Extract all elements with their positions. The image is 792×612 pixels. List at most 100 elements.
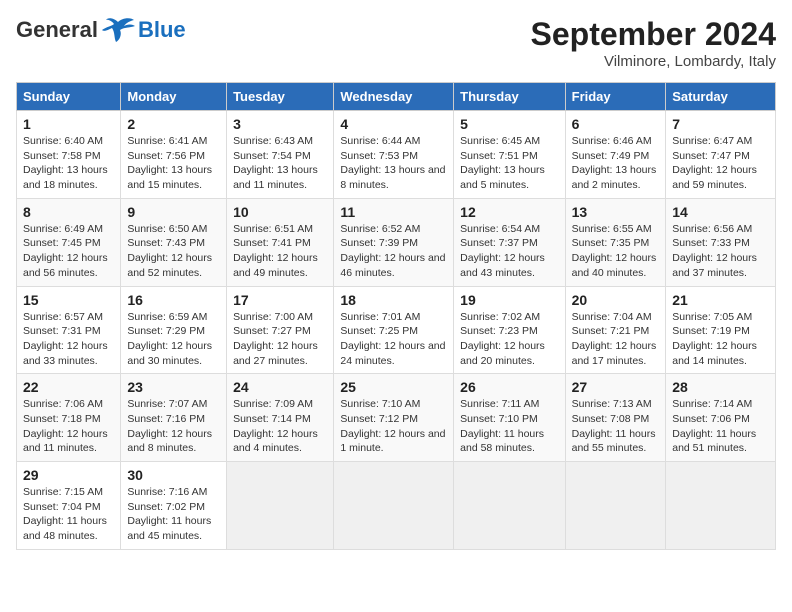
day-number: 9 <box>127 204 220 220</box>
table-row: 21 Sunrise: 7:05 AMSunset: 7:19 PMDaylig… <box>666 286 776 374</box>
header-thursday: Thursday <box>454 83 565 111</box>
day-info: Sunrise: 6:44 AMSunset: 7:53 PMDaylight:… <box>340 135 445 191</box>
day-info: Sunrise: 6:51 AMSunset: 7:41 PMDaylight:… <box>233 223 318 279</box>
day-number: 27 <box>572 379 660 395</box>
day-info: Sunrise: 7:15 AMSunset: 7:04 PMDaylight:… <box>23 486 107 542</box>
day-number: 15 <box>23 292 114 308</box>
day-info: Sunrise: 7:14 AMSunset: 7:06 PMDaylight:… <box>672 398 756 454</box>
day-number: 14 <box>672 204 769 220</box>
table-row: 20 Sunrise: 7:04 AMSunset: 7:21 PMDaylig… <box>565 286 666 374</box>
day-number: 29 <box>23 467 114 483</box>
title-area: September 2024 Vilminore, Lombardy, Ital… <box>531 16 776 70</box>
day-number: 11 <box>340 204 447 220</box>
table-row: 28 Sunrise: 7:14 AMSunset: 7:06 PMDaylig… <box>666 374 776 462</box>
table-row: 12 Sunrise: 6:54 AMSunset: 7:37 PMDaylig… <box>454 198 565 286</box>
calendar-row-week2: 8 Sunrise: 6:49 AMSunset: 7:45 PMDayligh… <box>17 198 776 286</box>
day-info: Sunrise: 6:45 AMSunset: 7:51 PMDaylight:… <box>460 135 545 191</box>
day-number: 7 <box>672 116 769 132</box>
day-number: 25 <box>340 379 447 395</box>
day-number: 30 <box>127 467 220 483</box>
day-number: 17 <box>233 292 327 308</box>
day-number: 4 <box>340 116 447 132</box>
table-row: 25 Sunrise: 7:10 AMSunset: 7:12 PMDaylig… <box>334 374 454 462</box>
day-info: Sunrise: 7:10 AMSunset: 7:12 PMDaylight:… <box>340 398 445 454</box>
day-number: 20 <box>572 292 660 308</box>
day-info: Sunrise: 7:02 AMSunset: 7:23 PMDaylight:… <box>460 311 545 367</box>
day-info: Sunrise: 6:56 AMSunset: 7:33 PMDaylight:… <box>672 223 757 279</box>
table-row <box>666 462 776 550</box>
table-row: 14 Sunrise: 6:56 AMSunset: 7:33 PMDaylig… <box>666 198 776 286</box>
day-number: 12 <box>460 204 558 220</box>
day-number: 13 <box>572 204 660 220</box>
table-row: 18 Sunrise: 7:01 AMSunset: 7:25 PMDaylig… <box>334 286 454 374</box>
logo-bird-icon <box>100 16 136 44</box>
day-info: Sunrise: 7:13 AMSunset: 7:08 PMDaylight:… <box>572 398 656 454</box>
day-number: 18 <box>340 292 447 308</box>
day-info: Sunrise: 7:11 AMSunset: 7:10 PMDaylight:… <box>460 398 544 454</box>
table-row: 9 Sunrise: 6:50 AMSunset: 7:43 PMDayligh… <box>121 198 227 286</box>
table-row: 15 Sunrise: 6:57 AMSunset: 7:31 PMDaylig… <box>17 286 121 374</box>
table-row: 5 Sunrise: 6:45 AMSunset: 7:51 PMDayligh… <box>454 111 565 199</box>
day-info: Sunrise: 6:59 AMSunset: 7:29 PMDaylight:… <box>127 311 212 367</box>
table-row: 7 Sunrise: 6:47 AMSunset: 7:47 PMDayligh… <box>666 111 776 199</box>
header-monday: Monday <box>121 83 227 111</box>
day-number: 23 <box>127 379 220 395</box>
day-number: 21 <box>672 292 769 308</box>
table-row: 24 Sunrise: 7:09 AMSunset: 7:14 PMDaylig… <box>227 374 334 462</box>
table-row: 30 Sunrise: 7:16 AMSunset: 7:02 PMDaylig… <box>121 462 227 550</box>
header-friday: Friday <box>565 83 666 111</box>
day-number: 26 <box>460 379 558 395</box>
day-info: Sunrise: 6:55 AMSunset: 7:35 PMDaylight:… <box>572 223 657 279</box>
calendar-row-week5: 29 Sunrise: 7:15 AMSunset: 7:04 PMDaylig… <box>17 462 776 550</box>
logo-text: General Blue <box>16 16 186 44</box>
calendar-subtitle: Vilminore, Lombardy, Italy <box>531 53 776 70</box>
day-number: 24 <box>233 379 327 395</box>
day-info: Sunrise: 6:50 AMSunset: 7:43 PMDaylight:… <box>127 223 212 279</box>
table-row: 2 Sunrise: 6:41 AMSunset: 7:56 PMDayligh… <box>121 111 227 199</box>
day-info: Sunrise: 6:54 AMSunset: 7:37 PMDaylight:… <box>460 223 545 279</box>
calendar-row-week1: 1 Sunrise: 6:40 AMSunset: 7:58 PMDayligh… <box>17 111 776 199</box>
day-info: Sunrise: 7:01 AMSunset: 7:25 PMDaylight:… <box>340 311 445 367</box>
calendar-row-week3: 15 Sunrise: 6:57 AMSunset: 7:31 PMDaylig… <box>17 286 776 374</box>
day-info: Sunrise: 7:16 AMSunset: 7:02 PMDaylight:… <box>127 486 211 542</box>
table-row: 11 Sunrise: 6:52 AMSunset: 7:39 PMDaylig… <box>334 198 454 286</box>
day-number: 16 <box>127 292 220 308</box>
table-row <box>334 462 454 550</box>
page-header: General Blue September 2024 Vilminore, L… <box>16 16 776 70</box>
day-info: Sunrise: 6:40 AMSunset: 7:58 PMDaylight:… <box>23 135 108 191</box>
day-number: 22 <box>23 379 114 395</box>
day-info: Sunrise: 7:06 AMSunset: 7:18 PMDaylight:… <box>23 398 108 454</box>
calendar-title: September 2024 <box>531 16 776 53</box>
day-info: Sunrise: 6:43 AMSunset: 7:54 PMDaylight:… <box>233 135 318 191</box>
header-tuesday: Tuesday <box>227 83 334 111</box>
day-info: Sunrise: 6:41 AMSunset: 7:56 PMDaylight:… <box>127 135 212 191</box>
day-number: 2 <box>127 116 220 132</box>
day-info: Sunrise: 6:49 AMSunset: 7:45 PMDaylight:… <box>23 223 108 279</box>
day-info: Sunrise: 6:47 AMSunset: 7:47 PMDaylight:… <box>672 135 757 191</box>
day-number: 6 <box>572 116 660 132</box>
logo-blue: Blue <box>138 17 186 43</box>
table-row: 1 Sunrise: 6:40 AMSunset: 7:58 PMDayligh… <box>17 111 121 199</box>
day-number: 1 <box>23 116 114 132</box>
day-info: Sunrise: 7:09 AMSunset: 7:14 PMDaylight:… <box>233 398 318 454</box>
table-row: 27 Sunrise: 7:13 AMSunset: 7:08 PMDaylig… <box>565 374 666 462</box>
calendar-row-week4: 22 Sunrise: 7:06 AMSunset: 7:18 PMDaylig… <box>17 374 776 462</box>
table-row: 13 Sunrise: 6:55 AMSunset: 7:35 PMDaylig… <box>565 198 666 286</box>
table-row: 10 Sunrise: 6:51 AMSunset: 7:41 PMDaylig… <box>227 198 334 286</box>
header-sunday: Sunday <box>17 83 121 111</box>
table-row: 22 Sunrise: 7:06 AMSunset: 7:18 PMDaylig… <box>17 374 121 462</box>
table-row: 4 Sunrise: 6:44 AMSunset: 7:53 PMDayligh… <box>334 111 454 199</box>
table-row: 17 Sunrise: 7:00 AMSunset: 7:27 PMDaylig… <box>227 286 334 374</box>
table-row: 3 Sunrise: 6:43 AMSunset: 7:54 PMDayligh… <box>227 111 334 199</box>
table-row: 8 Sunrise: 6:49 AMSunset: 7:45 PMDayligh… <box>17 198 121 286</box>
day-info: Sunrise: 7:05 AMSunset: 7:19 PMDaylight:… <box>672 311 757 367</box>
day-info: Sunrise: 7:04 AMSunset: 7:21 PMDaylight:… <box>572 311 657 367</box>
table-row: 16 Sunrise: 6:59 AMSunset: 7:29 PMDaylig… <box>121 286 227 374</box>
day-info: Sunrise: 6:46 AMSunset: 7:49 PMDaylight:… <box>572 135 657 191</box>
table-row <box>227 462 334 550</box>
calendar-header-row: Sunday Monday Tuesday Wednesday Thursday… <box>17 83 776 111</box>
day-number: 5 <box>460 116 558 132</box>
table-row <box>454 462 565 550</box>
calendar-table: Sunday Monday Tuesday Wednesday Thursday… <box>16 82 776 550</box>
table-row: 6 Sunrise: 6:46 AMSunset: 7:49 PMDayligh… <box>565 111 666 199</box>
